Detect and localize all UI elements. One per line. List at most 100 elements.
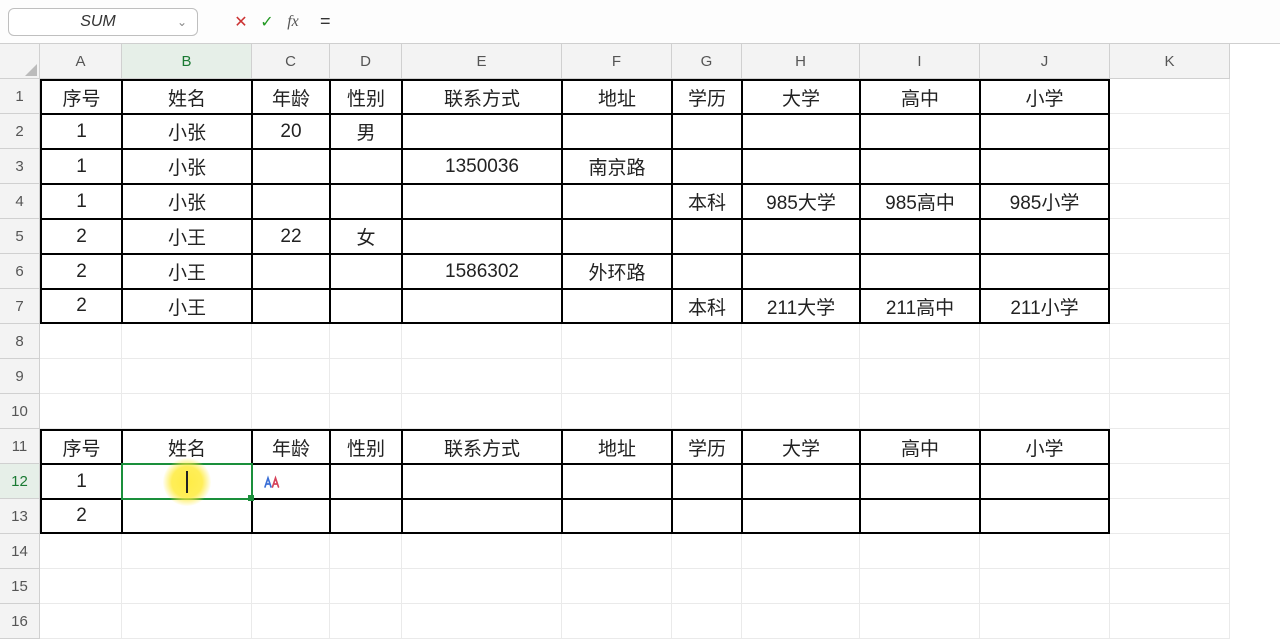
cell-D15[interactable] (330, 569, 402, 604)
col-header-I[interactable]: I (860, 44, 980, 79)
cell-D13[interactable] (330, 499, 402, 534)
cell-E14[interactable] (402, 534, 562, 569)
cell-D1[interactable]: 性别 (330, 79, 402, 114)
cell-C15[interactable] (252, 569, 330, 604)
cell-I10[interactable] (860, 394, 980, 429)
cell-J16[interactable] (980, 604, 1110, 639)
row-header-6[interactable]: 6 (0, 254, 40, 289)
cell-K5[interactable] (1110, 219, 1230, 254)
cell-D7[interactable] (330, 289, 402, 324)
cell-E11[interactable]: 联系方式 (402, 429, 562, 464)
cell-J5[interactable] (980, 219, 1110, 254)
cell-G3[interactable] (672, 149, 742, 184)
col-header-C[interactable]: C (252, 44, 330, 79)
cell-I5[interactable] (860, 219, 980, 254)
col-header-G[interactable]: G (672, 44, 742, 79)
cell-C16[interactable] (252, 604, 330, 639)
formula-cancel-button[interactable]: ✕ (228, 9, 254, 35)
cell-A15[interactable] (40, 569, 122, 604)
cell-E10[interactable] (402, 394, 562, 429)
cell-G12[interactable] (672, 464, 742, 499)
cell-J15[interactable] (980, 569, 1110, 604)
cell-E1[interactable]: 联系方式 (402, 79, 562, 114)
cell-B13[interactable] (122, 499, 252, 534)
cell-C5[interactable]: 22 (252, 219, 330, 254)
col-header-F[interactable]: F (562, 44, 672, 79)
row-header-5[interactable]: 5 (0, 219, 40, 254)
cell-H9[interactable] (742, 359, 860, 394)
row-header-10[interactable]: 10 (0, 394, 40, 429)
cell-G2[interactable] (672, 114, 742, 149)
cell-J3[interactable] (980, 149, 1110, 184)
cell-H15[interactable] (742, 569, 860, 604)
cell-J13[interactable] (980, 499, 1110, 534)
cell-D2[interactable]: 男 (330, 114, 402, 149)
cell-J2[interactable] (980, 114, 1110, 149)
cell-G4[interactable]: 本科 (672, 184, 742, 219)
cell-B9[interactable] (122, 359, 252, 394)
row-header-7[interactable]: 7 (0, 289, 40, 324)
cell-B1[interactable]: 姓名 (122, 79, 252, 114)
cell-K8[interactable] (1110, 324, 1230, 359)
cell-K16[interactable] (1110, 604, 1230, 639)
name-box[interactable]: SUM ⌄ (8, 8, 198, 36)
cell-G10[interactable] (672, 394, 742, 429)
cell-A6[interactable]: 2 (40, 254, 122, 289)
cell-I9[interactable] (860, 359, 980, 394)
cell-G7[interactable]: 本科 (672, 289, 742, 324)
cell-F1[interactable]: 地址 (562, 79, 672, 114)
cell-F6[interactable]: 外环路 (562, 254, 672, 289)
cell-B11[interactable]: 姓名 (122, 429, 252, 464)
cell-I8[interactable] (860, 324, 980, 359)
cell-H10[interactable] (742, 394, 860, 429)
cell-C14[interactable] (252, 534, 330, 569)
cell-J8[interactable] (980, 324, 1110, 359)
cell-G1[interactable]: 学历 (672, 79, 742, 114)
cell-E6[interactable]: 1586302 (402, 254, 562, 289)
cell-H6[interactable] (742, 254, 860, 289)
cell-H7[interactable]: 211大学 (742, 289, 860, 324)
cell-D4[interactable] (330, 184, 402, 219)
cell-I6[interactable] (860, 254, 980, 289)
cell-F3[interactable]: 南京路 (562, 149, 672, 184)
row-header-12[interactable]: 12 (0, 464, 40, 499)
cell-D9[interactable] (330, 359, 402, 394)
cell-H3[interactable] (742, 149, 860, 184)
cell-B15[interactable] (122, 569, 252, 604)
cell-J14[interactable] (980, 534, 1110, 569)
cell-C9[interactable] (252, 359, 330, 394)
cell-F16[interactable] (562, 604, 672, 639)
cell-F10[interactable] (562, 394, 672, 429)
cell-E7[interactable] (402, 289, 562, 324)
cell-E8[interactable] (402, 324, 562, 359)
cell-C13[interactable] (252, 499, 330, 534)
cell-J11[interactable]: 小学 (980, 429, 1110, 464)
cell-D3[interactable] (330, 149, 402, 184)
cell-B4[interactable]: 小张 (122, 184, 252, 219)
cell-E12[interactable] (402, 464, 562, 499)
cell-D5[interactable]: 女 (330, 219, 402, 254)
cell-K6[interactable] (1110, 254, 1230, 289)
cell-F12[interactable] (562, 464, 672, 499)
col-header-B[interactable]: B (122, 44, 252, 79)
cell-K12[interactable] (1110, 464, 1230, 499)
cell-H5[interactable] (742, 219, 860, 254)
cell-E15[interactable] (402, 569, 562, 604)
cell-A16[interactable] (40, 604, 122, 639)
cell-I3[interactable] (860, 149, 980, 184)
cell-K7[interactable] (1110, 289, 1230, 324)
col-header-E[interactable]: E (402, 44, 562, 79)
cell-I1[interactable]: 高中 (860, 79, 980, 114)
cell-F13[interactable] (562, 499, 672, 534)
cell-D16[interactable] (330, 604, 402, 639)
cell-H13[interactable] (742, 499, 860, 534)
cell-I11[interactable]: 高中 (860, 429, 980, 464)
chevron-down-icon[interactable]: ⌄ (177, 15, 187, 29)
cell-C8[interactable] (252, 324, 330, 359)
cell-F15[interactable] (562, 569, 672, 604)
cell-B16[interactable] (122, 604, 252, 639)
cell-J10[interactable] (980, 394, 1110, 429)
cell-G14[interactable] (672, 534, 742, 569)
cell-H4[interactable]: 985大学 (742, 184, 860, 219)
cell-J12[interactable] (980, 464, 1110, 499)
